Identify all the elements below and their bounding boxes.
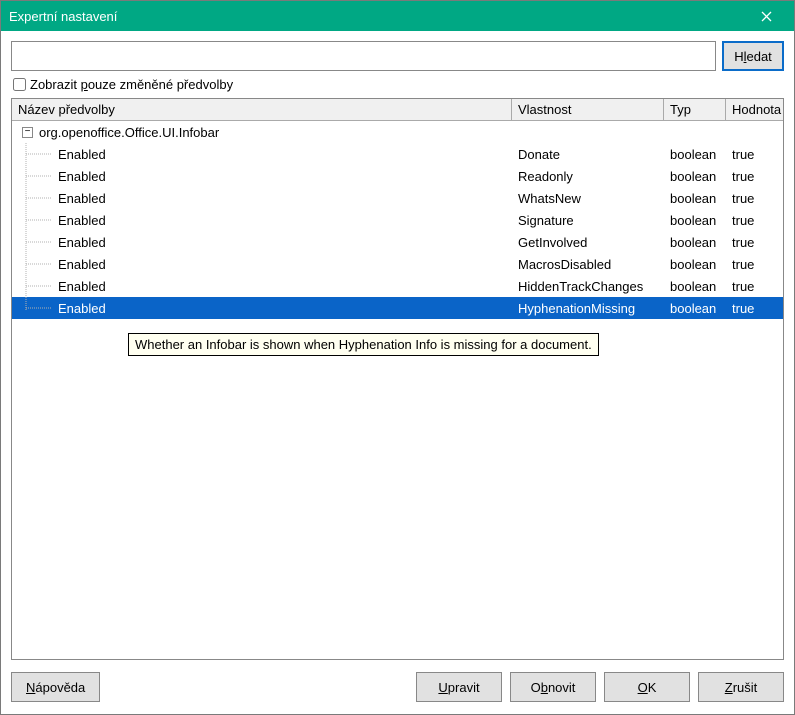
cancel-button[interactable]: Zrušit bbox=[698, 672, 784, 702]
show-modified-only-label: Zobrazit pouze změněné předvolby bbox=[30, 77, 233, 92]
pref-property-cell: HyphenationMissing bbox=[512, 301, 664, 316]
pref-property-cell: GetInvolved bbox=[512, 235, 664, 250]
tree-group-row[interactable]: − org.openoffice.Office.UI.Infobar bbox=[12, 121, 783, 143]
column-header-value[interactable]: Hodnota bbox=[726, 99, 783, 120]
pref-type-cell: boolean bbox=[664, 257, 726, 272]
button-bar: Nápověda Upravit Obnovit OK Zrušit bbox=[11, 660, 784, 702]
pref-property-cell: Readonly bbox=[512, 169, 664, 184]
pref-value-cell: true bbox=[726, 235, 783, 250]
pref-name-cell: Enabled bbox=[58, 213, 106, 228]
column-header-name[interactable]: Název předvolby bbox=[12, 99, 512, 120]
pref-type-cell: boolean bbox=[664, 235, 726, 250]
pref-value-cell: true bbox=[726, 279, 783, 294]
column-header-property[interactable]: Vlastnost bbox=[512, 99, 664, 120]
pref-name-cell: Enabled bbox=[58, 235, 106, 250]
pref-value-cell: true bbox=[726, 147, 783, 162]
table-row[interactable]: Enabled MacrosDisabledbooleantrue bbox=[12, 253, 783, 275]
edit-button[interactable]: Upravit bbox=[416, 672, 502, 702]
tree-group-label: org.openoffice.Office.UI.Infobar bbox=[37, 125, 219, 140]
table-row[interactable]: Enabled Donatebooleantrue bbox=[12, 143, 783, 165]
window-title: Expertní nastavení bbox=[9, 9, 117, 24]
search-button[interactable]: Hledat bbox=[722, 41, 784, 71]
pref-property-cell: HiddenTrackChanges bbox=[512, 279, 664, 294]
collapse-icon[interactable]: − bbox=[22, 127, 33, 138]
table-row[interactable]: Enabled HyphenationMissingbooleantrue bbox=[12, 297, 783, 319]
preferences-table: Název předvolby Vlastnost Typ Hodnota bbox=[11, 98, 784, 660]
search-input[interactable] bbox=[11, 41, 716, 71]
pref-value-cell: true bbox=[726, 191, 783, 206]
titlebar: Expertní nastavení bbox=[1, 1, 794, 31]
pref-name-cell: Enabled bbox=[58, 301, 106, 316]
pref-property-cell: WhatsNew bbox=[512, 191, 664, 206]
tooltip: Whether an Infobar is shown when Hyphena… bbox=[128, 333, 599, 356]
show-modified-only-row[interactable]: Zobrazit pouze změněné předvolby bbox=[11, 77, 784, 92]
dialog-content: Hledat Zobrazit pouze změněné předvolby … bbox=[1, 31, 794, 714]
help-button[interactable]: Nápověda bbox=[11, 672, 100, 702]
pref-type-cell: boolean bbox=[664, 279, 726, 294]
table-row[interactable]: Enabled HiddenTrackChangesbooleantrue bbox=[12, 275, 783, 297]
pref-value-cell: true bbox=[726, 301, 783, 316]
table-header: Název předvolby Vlastnost Typ Hodnota bbox=[12, 99, 783, 121]
pref-type-cell: boolean bbox=[664, 169, 726, 184]
close-button[interactable] bbox=[746, 2, 786, 30]
table-row[interactable]: Enabled Signaturebooleantrue bbox=[12, 209, 783, 231]
column-header-type[interactable]: Typ bbox=[664, 99, 726, 120]
table-row[interactable]: Enabled WhatsNewbooleantrue bbox=[12, 187, 783, 209]
pref-name-cell: Enabled bbox=[58, 147, 106, 162]
pref-type-cell: boolean bbox=[664, 301, 726, 316]
show-modified-only-checkbox[interactable] bbox=[13, 78, 26, 91]
pref-value-cell: true bbox=[726, 169, 783, 184]
pref-value-cell: true bbox=[726, 213, 783, 228]
pref-type-cell: boolean bbox=[664, 213, 726, 228]
pref-type-cell: boolean bbox=[664, 191, 726, 206]
pref-name-cell: Enabled bbox=[58, 191, 106, 206]
pref-name-cell: Enabled bbox=[58, 257, 106, 272]
reset-button[interactable]: Obnovit bbox=[510, 672, 596, 702]
table-row[interactable]: Enabled GetInvolvedbooleantrue bbox=[12, 231, 783, 253]
search-row: Hledat bbox=[11, 41, 784, 71]
pref-name-cell: Enabled bbox=[58, 279, 106, 294]
pref-property-cell: MacrosDisabled bbox=[512, 257, 664, 272]
ok-button[interactable]: OK bbox=[604, 672, 690, 702]
table-body: − org.openoffice.Office.UI.Infobar Enabl… bbox=[12, 121, 783, 319]
pref-value-cell: true bbox=[726, 257, 783, 272]
table-row[interactable]: Enabled Readonlybooleantrue bbox=[12, 165, 783, 187]
pref-property-cell: Signature bbox=[512, 213, 664, 228]
pref-property-cell: Donate bbox=[512, 147, 664, 162]
pref-type-cell: boolean bbox=[664, 147, 726, 162]
pref-name-cell: Enabled bbox=[58, 169, 106, 184]
